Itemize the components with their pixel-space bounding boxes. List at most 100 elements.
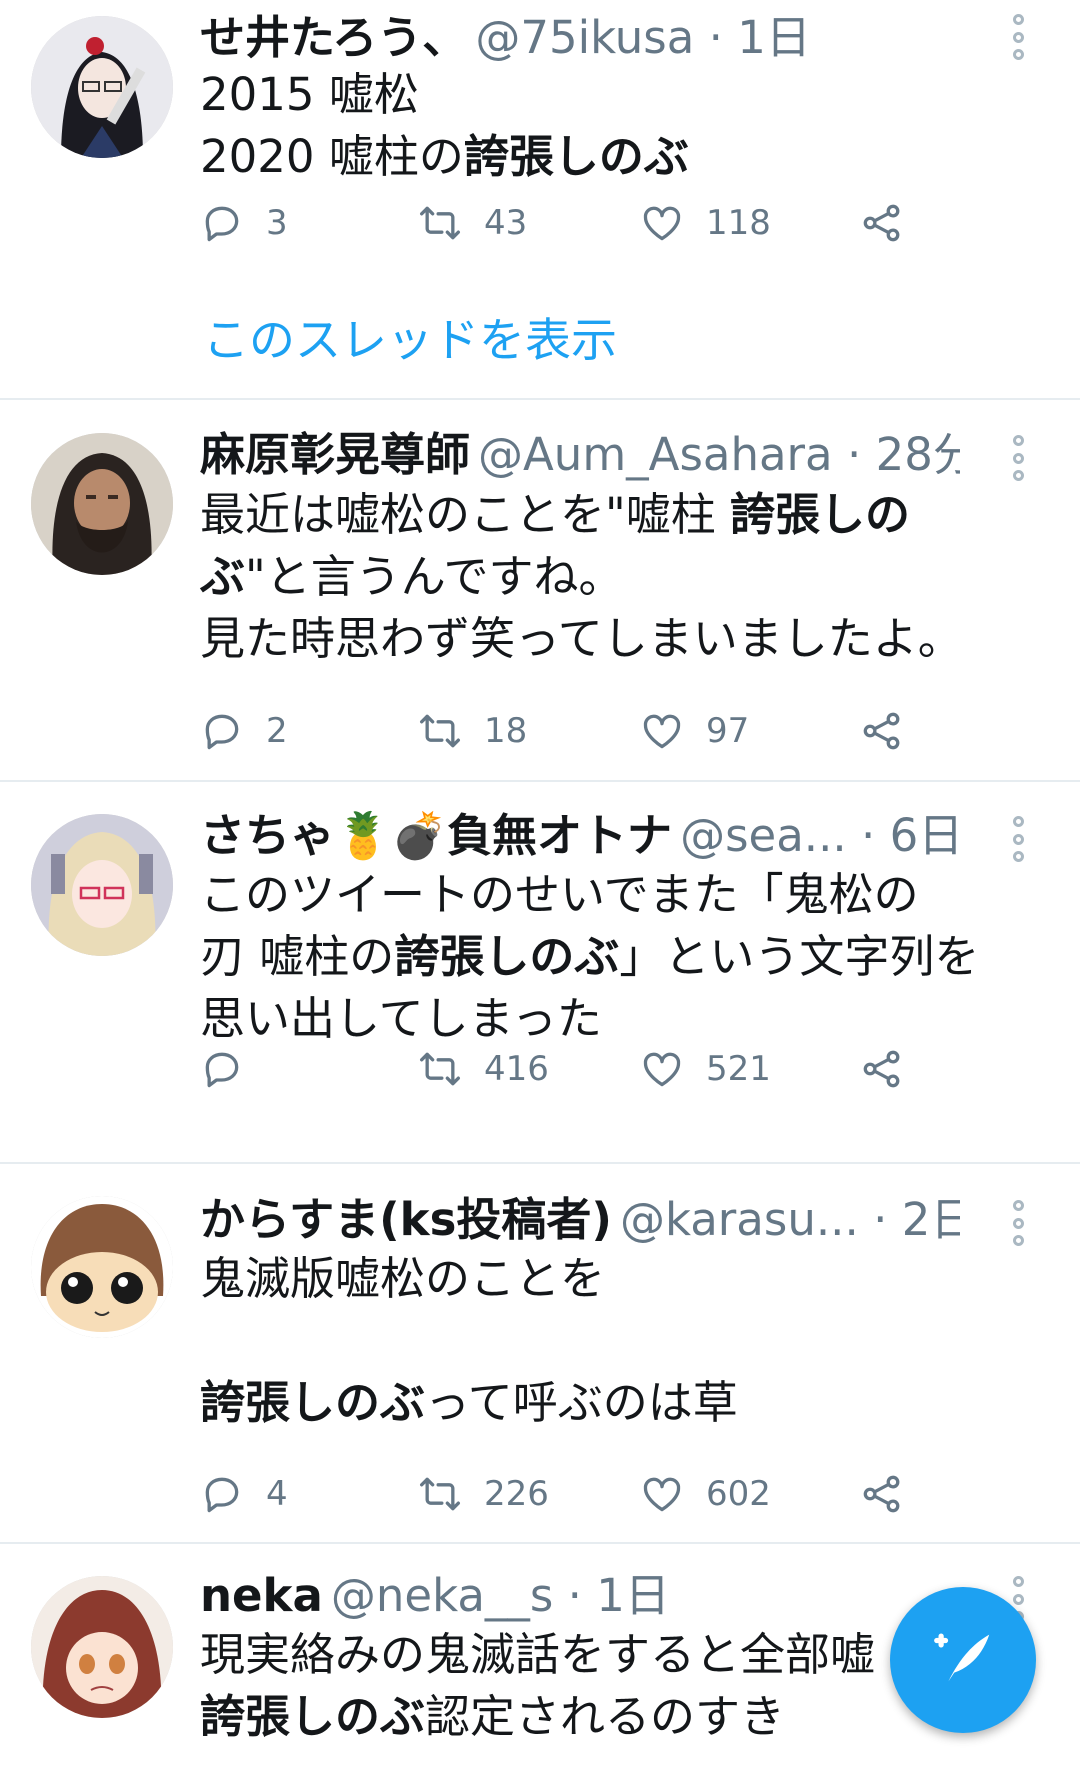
timestamp[interactable]: 1日 xyxy=(737,11,811,64)
more-vertical-icon[interactable] xyxy=(1008,816,1028,862)
retweet-button[interactable]: 43 xyxy=(418,198,527,248)
reply-icon xyxy=(200,201,244,245)
bold-keyword: 誇張しの xyxy=(730,488,911,541)
timestamp[interactable]: 2日 xyxy=(902,1193,960,1246)
tweet-text: 最近は嘘松のことを"嘘柱 誇張しの ぶ"と言うんですね。 見た時思わず笑ってしまいま… xyxy=(200,484,1040,670)
heart-icon xyxy=(640,1047,684,1091)
show-thread-link[interactable]: このスレッドを表示 xyxy=(203,312,617,368)
tweet-text-line: 誇張しのぶって呼ぶのは草 xyxy=(200,1372,1040,1434)
text-segment: 鬼滅版嘘松のことを xyxy=(200,1252,606,1305)
like-count: 97 xyxy=(706,711,750,751)
tweet-actions: 3 43 118 xyxy=(200,198,920,248)
tweet-text: このツイートのせいでまた「鬼松の刃 嘘柱の誇張しのぶ」という文字列を 思い出してし… xyxy=(200,864,1040,1050)
retweet-icon xyxy=(418,709,462,753)
reply-button[interactable] xyxy=(200,1044,266,1094)
tweet-text-line: ぶ"と言うんですね。 xyxy=(200,546,1040,608)
tweet-actions: 2 18 97 xyxy=(200,706,920,756)
user-handle[interactable]: @Aum_Asahara xyxy=(478,428,833,481)
tweet-text-line xyxy=(200,1310,1040,1372)
like-button[interactable]: 521 xyxy=(640,1044,771,1094)
tweet-4[interactable]: からすま(ks投稿者) @karasu... · 2日 鬼滅版嘘松のことを誇張しの… xyxy=(0,1164,1080,1544)
share-button[interactable] xyxy=(860,706,904,756)
user-handle[interactable]: @karasu... xyxy=(620,1193,859,1246)
heart-icon xyxy=(640,1472,684,1516)
share-icon xyxy=(860,1472,904,1516)
avatar[interactable] xyxy=(31,814,173,956)
text-segment: 刃 嘘柱の xyxy=(200,930,395,983)
like-button[interactable]: 602 xyxy=(640,1469,771,1519)
tweet-text-line: 刃 嘘柱の誇張しのぶ」という文字列を xyxy=(200,926,1040,988)
timestamp[interactable]: 1日 xyxy=(596,1569,670,1622)
tweet-header: せ井たろう、 @75ikusa · 1日 xyxy=(200,10,960,66)
text-segment: 現実絡みの鬼滅話をすると全部嘘 xyxy=(200,1628,876,1681)
retweet-count: 416 xyxy=(484,1049,549,1089)
text-segment: 2020 嘘柱の xyxy=(200,130,464,183)
display-name[interactable]: さちゃ🍍💣負無オトナ xyxy=(200,809,672,862)
text-segment: "と言うんですね。 xyxy=(245,550,624,603)
separator-dot: · xyxy=(858,1193,902,1246)
user-handle[interactable]: @75ikusa xyxy=(475,11,694,64)
text-segment: 」という文字列を xyxy=(619,930,980,983)
avatar[interactable] xyxy=(31,1196,173,1338)
avatar[interactable] xyxy=(31,433,173,575)
text-segment: って呼ぶのは草 xyxy=(425,1376,738,1429)
text-segment: 認定されるのすき xyxy=(425,1690,786,1743)
tweet-text-line: このツイートのせいでまた「鬼松の xyxy=(200,864,1040,926)
tweet-2[interactable]: 麻原彰晃尊師 @Aum_Asahara · 28分 最近は嘘松のことを"嘘柱 誇張… xyxy=(0,400,1080,780)
heart-icon xyxy=(640,709,684,753)
display-name[interactable]: せ井たろう、 xyxy=(200,11,467,64)
compose-tweet-button[interactable] xyxy=(890,1587,1036,1733)
tweet-text-line: 鬼滅版嘘松のことを xyxy=(200,1248,1040,1310)
tweet-actions: 416 521 xyxy=(200,1044,920,1094)
share-icon xyxy=(860,201,904,245)
display-name[interactable]: からすま(ks投稿者) xyxy=(200,1193,612,1246)
reply-button[interactable]: 3 xyxy=(200,198,288,248)
bold-keyword: 誇張しのぶ xyxy=(463,130,689,183)
more-vertical-icon[interactable] xyxy=(1008,435,1028,481)
reply-button[interactable]: 2 xyxy=(200,706,288,756)
heart-icon xyxy=(640,201,684,245)
tweet-1[interactable]: せ井たろう、 @75ikusa · 1日 2015 嘘松 2020 嘘柱の誇張しのぶ… xyxy=(0,0,1080,396)
bold-keyword: ぶ xyxy=(200,550,246,603)
share-icon xyxy=(860,1047,904,1091)
bold-keyword: 誇張しのぶ xyxy=(394,930,620,983)
share-button[interactable] xyxy=(860,198,904,248)
retweet-button[interactable]: 18 xyxy=(418,706,527,756)
text-segment: このツイートのせいでまた「鬼松の xyxy=(200,868,919,921)
avatar[interactable] xyxy=(31,1576,173,1718)
timestamp[interactable]: 28分 xyxy=(876,428,960,481)
tweet-header: 麻原彰晃尊師 @Aum_Asahara · 28分 xyxy=(200,427,960,483)
text-segment: 最近は嘘松のことを"嘘柱 xyxy=(200,488,731,541)
bold-keyword: 誇張しのぶ xyxy=(200,1690,426,1743)
separator-dot: · xyxy=(553,1569,597,1622)
user-handle[interactable]: @neka__s xyxy=(331,1569,554,1622)
like-button[interactable]: 97 xyxy=(640,706,749,756)
tweet-text-line: 思い出してしまった xyxy=(200,988,1040,1050)
retweet-icon xyxy=(418,201,462,245)
timestamp[interactable]: 6日 xyxy=(890,809,960,862)
more-vertical-icon[interactable] xyxy=(1008,14,1028,60)
tweet-header: neka @neka__s · 1日 xyxy=(200,1568,960,1624)
retweet-button[interactable]: 226 xyxy=(418,1469,549,1519)
share-button[interactable] xyxy=(860,1044,904,1094)
tweet-text-line: 2020 嘘柱の誇張しのぶ xyxy=(200,126,1040,188)
tweet-text: 鬼滅版嘘松のことを誇張しのぶって呼ぶのは草 xyxy=(200,1248,1040,1434)
retweet-button[interactable]: 416 xyxy=(418,1044,549,1094)
tweet-actions: 4 226 602 xyxy=(200,1469,920,1519)
tweet-text-line: 見た時思わず笑ってしまいましたよ。 xyxy=(200,608,1040,670)
user-handle[interactable]: @sea... xyxy=(680,809,847,862)
separator-dot: · xyxy=(832,428,876,481)
reply-icon xyxy=(200,1047,244,1091)
separator-dot: · xyxy=(694,11,738,64)
share-button[interactable] xyxy=(860,1469,904,1519)
reply-icon xyxy=(200,709,244,753)
display-name[interactable]: 麻原彰晃尊師 xyxy=(200,428,470,481)
like-button[interactable]: 118 xyxy=(640,198,771,248)
more-vertical-icon[interactable] xyxy=(1008,1200,1028,1246)
reply-button[interactable]: 4 xyxy=(200,1469,288,1519)
share-icon xyxy=(860,709,904,753)
text-segment: 見た時思わず笑ってしまいましたよ。 xyxy=(200,612,963,665)
display-name[interactable]: neka xyxy=(200,1569,323,1622)
avatar[interactable] xyxy=(31,16,173,158)
tweet-3[interactable]: さちゃ🍍💣負無オトナ @sea... · 6日 このツイートのせいでまた「鬼松の刃… xyxy=(0,782,1080,1162)
